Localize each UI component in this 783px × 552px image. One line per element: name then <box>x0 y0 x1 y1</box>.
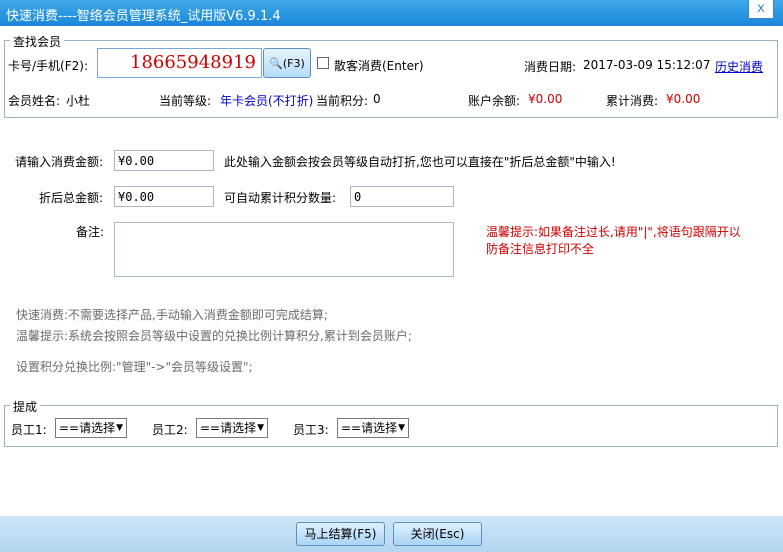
remark-textarea[interactable] <box>114 222 454 277</box>
note-points-rule: 温馨提示:系统会按照会员等级中设置的兑换比例计算积分,累计到会员账户; <box>16 329 412 343</box>
account-balance-label: 账户余额: <box>468 94 521 108</box>
close-window-button[interactable]: x <box>748 0 774 19</box>
member-name-label: 会员姓名: <box>8 94 61 108</box>
card-number-label: 卡号/手机(F2): <box>8 59 88 73</box>
settle-button[interactable]: 马上结算(F5) <box>296 522 385 546</box>
remark-tip: 温馨提示:如果备注过长,请用"|",将语句跟隔开以防备注信息打印不全 <box>486 225 741 256</box>
member-points-label: 当前积分: <box>316 94 369 108</box>
search-member-group-label: 查找会员 <box>10 33 65 50</box>
history-link[interactable]: 历史消费 <box>715 58 763 75</box>
staff1-select-value: ==请选择 <box>59 421 116 435</box>
staff2-select[interactable]: ==请选择 ▼ <box>196 418 268 438</box>
chevron-down-icon: ▼ <box>257 423 264 433</box>
amount-input[interactable] <box>114 150 214 171</box>
account-balance-value: ¥0.00 <box>528 92 563 106</box>
staff3-label: 员工3: <box>293 423 329 437</box>
member-name-value: 小杜 <box>66 94 91 108</box>
staff3-select[interactable]: ==请选择 ▼ <box>337 418 409 438</box>
search-button-label: (F3) <box>282 57 305 70</box>
consume-date-value: 2017-03-09 15:12:07 <box>583 58 711 72</box>
walkin-label: 散客消费(Enter) <box>334 59 424 73</box>
member-level-value: 年卡会员(不打折) <box>220 94 314 108</box>
total-consume-label: 累计消费: <box>606 94 659 108</box>
amount-hint: 此处输入金额会按会员等级自动打折,您也可以直接在"折后总金额"中输入! <box>224 155 616 169</box>
card-number-input[interactable]: 18665948919 <box>97 48 262 78</box>
search-icon: 🔍 <box>269 57 283 70</box>
staff2-label: 员工2: <box>152 423 188 437</box>
note-points-setting: 设置积分兑换比例:"管理"->"会员等级设置"; <box>16 360 253 374</box>
note-quick-consume: 快速消费:不需要选择产品,手动输入消费金额即可完成结算; <box>16 308 328 322</box>
discounted-total-label: 折后总金额: <box>39 191 104 205</box>
chevron-down-icon: ▼ <box>116 423 123 433</box>
chevron-down-icon: ▼ <box>398 423 405 433</box>
commission-group-label: 提成 <box>10 398 41 415</box>
staff3-select-value: ==请选择 <box>341 421 398 435</box>
total-consume-value: ¥0.00 <box>666 92 701 106</box>
search-button[interactable]: 🔍(F3) <box>263 48 311 78</box>
bottom-action-bar <box>0 516 783 552</box>
discounted-total-input[interactable] <box>114 186 214 207</box>
close-button[interactable]: 关闭(Esc) <box>393 522 482 546</box>
walkin-checkbox[interactable] <box>317 57 329 69</box>
close-icon: x <box>757 1 765 16</box>
member-points-value: 0 <box>373 92 381 106</box>
remark-label: 备注: <box>76 225 105 239</box>
title-bar: 快速消费----智络会员管理系统_试用版V6.9.1.4 x <box>0 0 783 26</box>
window-title: 快速消费----智络会员管理系统_试用版V6.9.1.4 <box>6 9 281 24</box>
consume-date-label: 消费日期: <box>524 60 577 74</box>
staff1-select[interactable]: ==请选择 ▼ <box>55 418 127 438</box>
staff2-select-value: ==请选择 <box>200 421 257 435</box>
points-accum-input[interactable] <box>350 186 454 207</box>
staff1-label: 员工1: <box>11 423 47 437</box>
amount-label: 请输入消费金额: <box>15 155 104 169</box>
points-accum-label: 可自动累计积分数量: <box>224 191 337 205</box>
member-level-label: 当前等级: <box>159 94 212 108</box>
card-number-value: 18665948919 <box>130 52 256 73</box>
